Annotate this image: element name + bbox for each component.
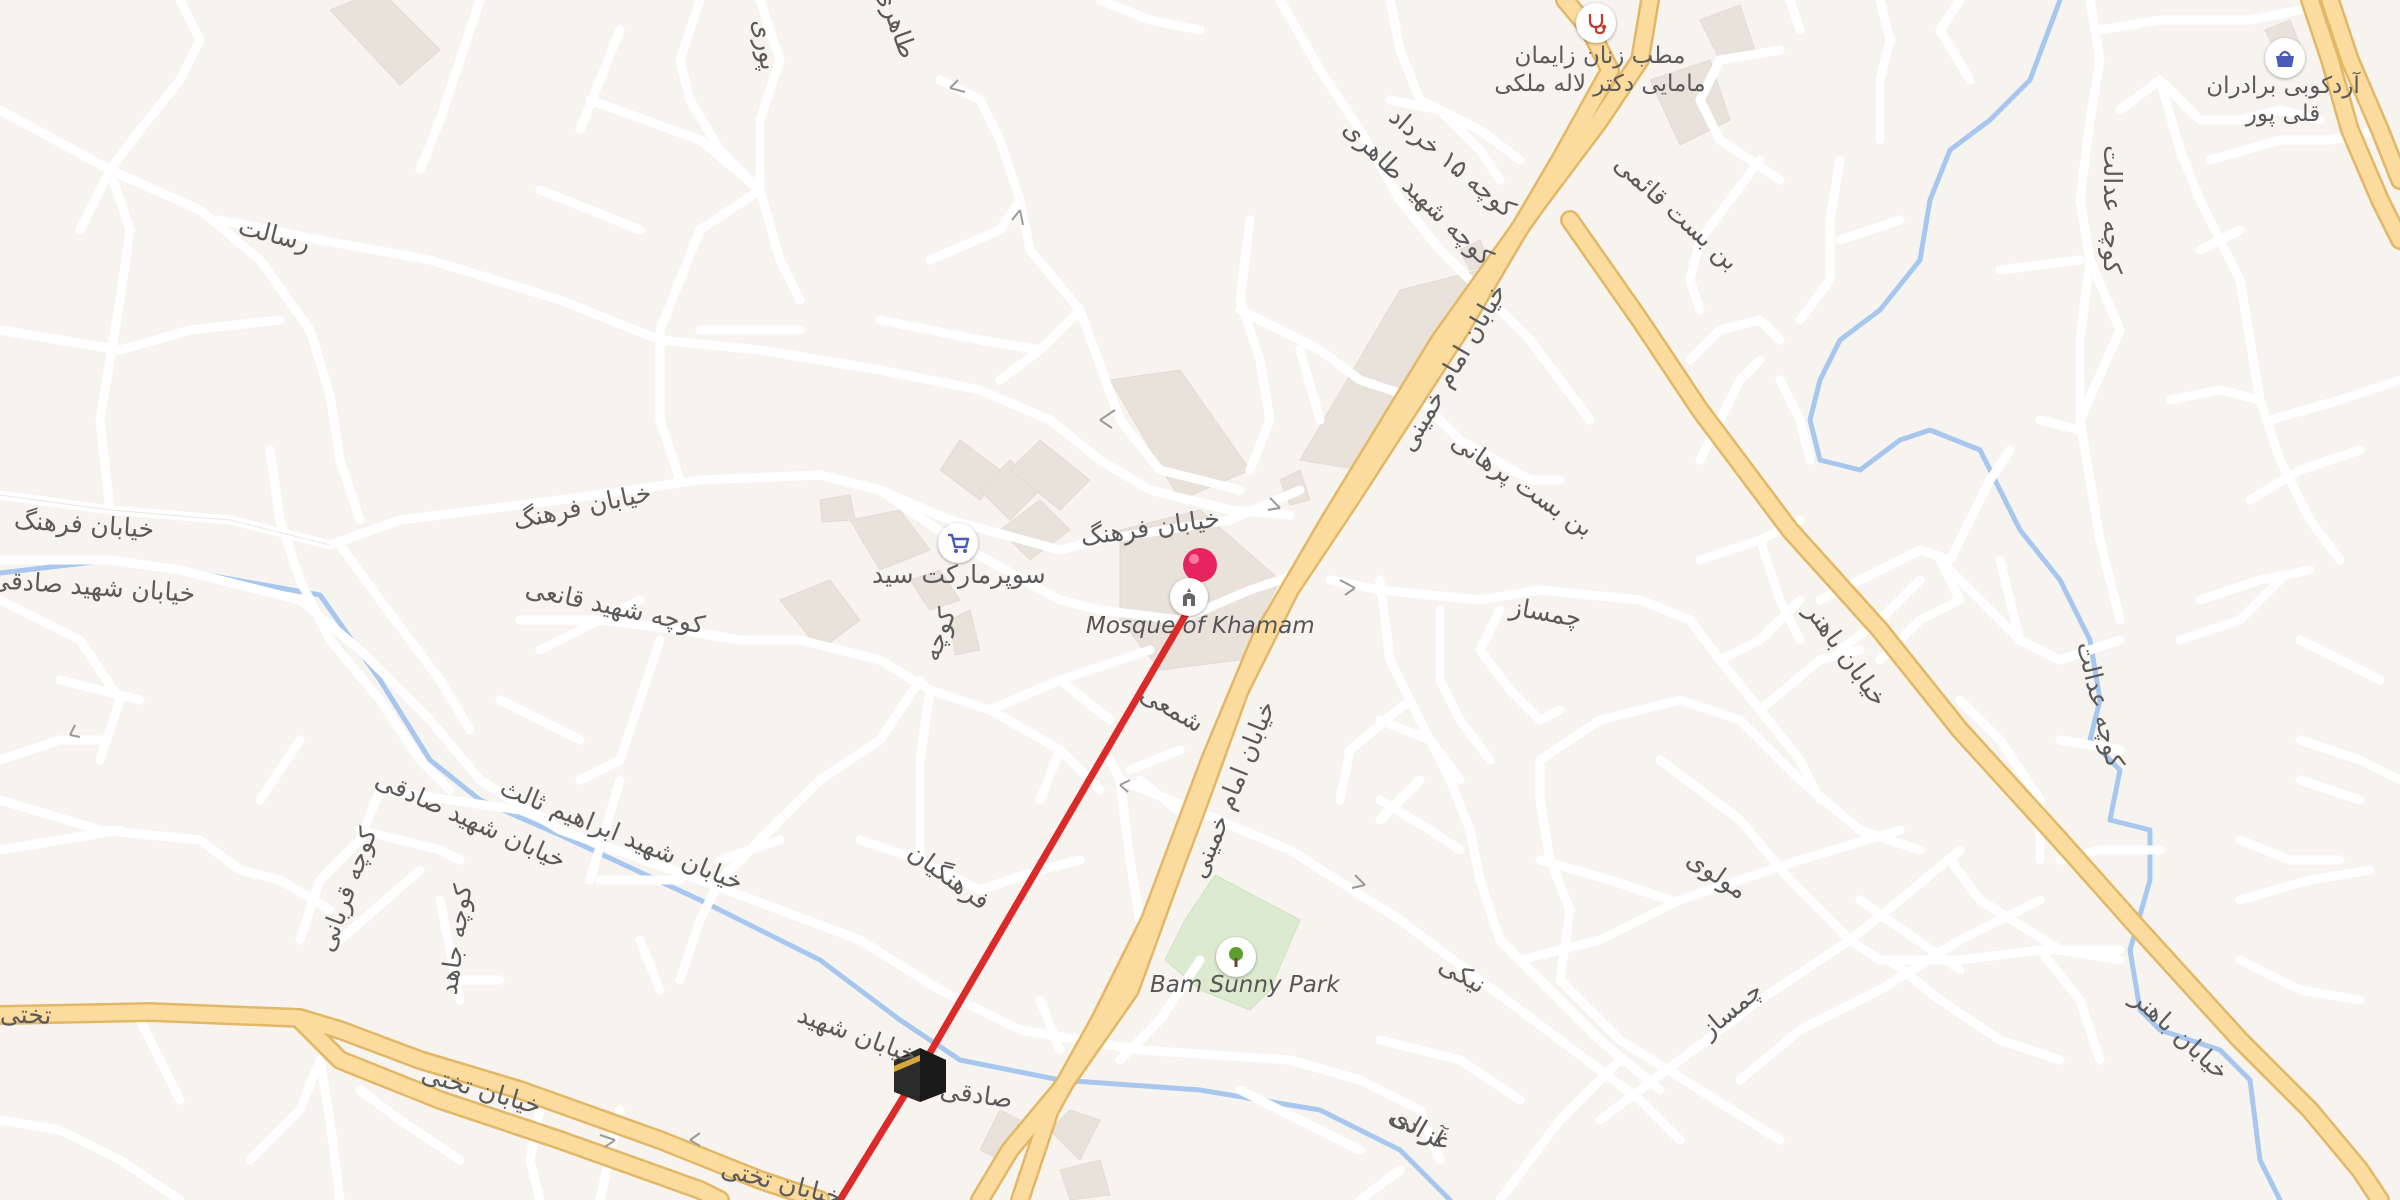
poi-label: آردکوبی برادران قلی پور bbox=[2206, 73, 2360, 127]
building bbox=[819, 494, 856, 523]
mosque-icon[interactable] bbox=[1170, 578, 1208, 616]
stethoscope-icon[interactable] bbox=[1576, 3, 1616, 43]
street-label: کوچه عدالت bbox=[2097, 145, 2127, 274]
map-view[interactable]: خیابان فرهنگ خیابان شهید صادقی رسالت خیا… bbox=[0, 0, 2400, 1200]
poi-label: مطب زنان زایمان مامایی دکتر لاله ملکی bbox=[1494, 43, 1706, 97]
shopping-cart-icon[interactable] bbox=[938, 523, 978, 563]
park-label: Bam Sunny Park bbox=[1150, 972, 1340, 998]
mosque-label: Mosque of Khamam bbox=[1086, 613, 1315, 639]
poi-label: سوپرمارکت سید bbox=[872, 560, 1046, 589]
street-label: تختی bbox=[0, 999, 52, 1030]
park-tree-icon[interactable] bbox=[1216, 937, 1256, 977]
